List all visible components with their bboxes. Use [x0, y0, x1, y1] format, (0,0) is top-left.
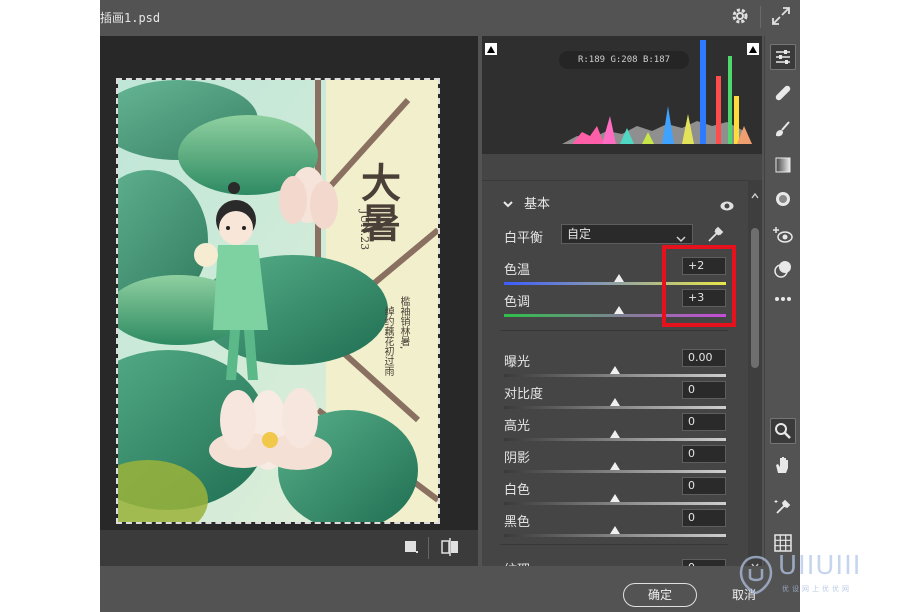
slider-track[interactable] — [504, 438, 726, 441]
chevron-down-icon[interactable] — [502, 195, 514, 214]
scrollbar-thumb[interactable] — [751, 228, 759, 368]
artwork-date: JUN.23 — [358, 210, 371, 251]
radial-gradient-icon[interactable] — [770, 186, 796, 212]
slider-label: 阴影 — [504, 451, 531, 466]
histogram: R:189 G:208 B:187 — [482, 36, 762, 154]
title-divider — [760, 6, 761, 28]
slider-label: 高光 — [504, 419, 531, 434]
presets-icon[interactable] — [770, 256, 796, 282]
slider-label: 色温 — [504, 263, 531, 278]
slider-thumb[interactable] — [610, 398, 620, 406]
bottom-bar-divider — [428, 537, 429, 559]
slider-track[interactable] — [504, 374, 726, 377]
eye-visibility-icon[interactable] — [720, 196, 734, 215]
tool-strip — [764, 36, 800, 566]
slider-track[interactable] — [504, 534, 726, 537]
watermark-subtitle: 优设网上优优网 — [782, 585, 852, 593]
slider-label: 色调 — [504, 295, 531, 310]
slider-track[interactable] — [504, 502, 726, 505]
white-balance-value: 自定 — [567, 227, 592, 241]
artwork-image: 大暑 JUN.23 槛袖销林暑, 绰约藕花初过雨 — [116, 78, 440, 524]
artwork-poem-line2: 绰约藕花初过雨 — [382, 306, 393, 376]
slider-label: 对比度 — [504, 387, 544, 402]
watermark-logo: UIIUIII 优设网上优优网 — [738, 551, 888, 601]
slider-value-field[interactable]: 0 — [682, 509, 726, 527]
slider-thumb[interactable] — [610, 366, 620, 374]
slider-track[interactable] — [504, 406, 726, 409]
slider-thumb[interactable] — [610, 526, 620, 534]
healing-bandage-icon[interactable] — [770, 80, 796, 106]
basic-adjustments-panel: 基本 白平衡 自定 色温 +2 色调 +3 曝光 0.00 对比度 0 高光 0 阴影 0 白色 0 黑色 0… — [482, 180, 748, 566]
scroll-up-arrow-icon[interactable] — [751, 184, 759, 203]
texture-label: 纹理 — [504, 559, 530, 566]
highlight-annotation-box — [662, 245, 736, 327]
slider-thumb[interactable] — [610, 430, 620, 438]
white-balance-label: 白平衡 — [504, 231, 544, 246]
zoom-magnifier-icon[interactable] — [770, 418, 796, 444]
section-divider — [500, 330, 728, 331]
watermark-brand: UIIUIII — [778, 551, 862, 581]
fullscreen-expand-icon[interactable] — [769, 4, 793, 28]
slider-value-field[interactable]: 0 — [682, 413, 726, 431]
panel-scrollbar[interactable] — [748, 180, 762, 570]
texture-value-field[interactable]: 0 — [682, 559, 726, 566]
slider-value-field[interactable]: 0 — [682, 381, 726, 399]
section-title-basic: 基本 — [524, 197, 551, 212]
before-after-compare-icon[interactable] — [440, 538, 460, 560]
image-preview-canvas: 大暑 JUN.23 槛袖销林暑, 绰约藕花初过雨 — [100, 36, 478, 530]
slider-label: 白色 — [504, 483, 531, 498]
slider-thumb[interactable] — [610, 494, 620, 502]
hand-pan-icon[interactable] — [770, 452, 796, 478]
white-balance-select[interactable]: 自定 — [561, 224, 693, 244]
slider-label: 黑色 — [504, 515, 531, 530]
window-title: 插画1.psd — [100, 11, 161, 25]
slider-value-field[interactable]: 0 — [682, 445, 726, 463]
slider-label: 曝光 — [504, 355, 531, 370]
panel-spacer — [482, 154, 762, 180]
ok-button[interactable]: 确定 — [623, 583, 697, 607]
artwork-poem-line1: 槛袖销林暑, — [398, 296, 409, 350]
preview-mode-icon[interactable] — [403, 539, 419, 559]
section-divider — [500, 544, 728, 545]
slider-thumb[interactable] — [610, 462, 620, 470]
edit-sliders-icon[interactable] — [770, 44, 796, 70]
slider-thumb[interactable] — [614, 306, 625, 314]
slider-value-field[interactable]: 0 — [682, 477, 726, 495]
slider-track[interactable] — [504, 470, 726, 473]
linear-gradient-icon[interactable] — [770, 152, 796, 178]
slider-thumb[interactable] — [614, 274, 625, 282]
color-sampler-icon[interactable] — [770, 494, 796, 520]
more-options-icon[interactable] — [770, 286, 796, 312]
brush-icon[interactable] — [770, 116, 796, 142]
gear-icon[interactable] — [729, 5, 751, 27]
red-eye-icon[interactable] — [770, 222, 796, 248]
slider-value-field[interactable]: 0.00 — [682, 349, 726, 367]
preview-bottom-bar — [100, 530, 478, 566]
title-bar: 插画1.psd — [100, 0, 800, 36]
